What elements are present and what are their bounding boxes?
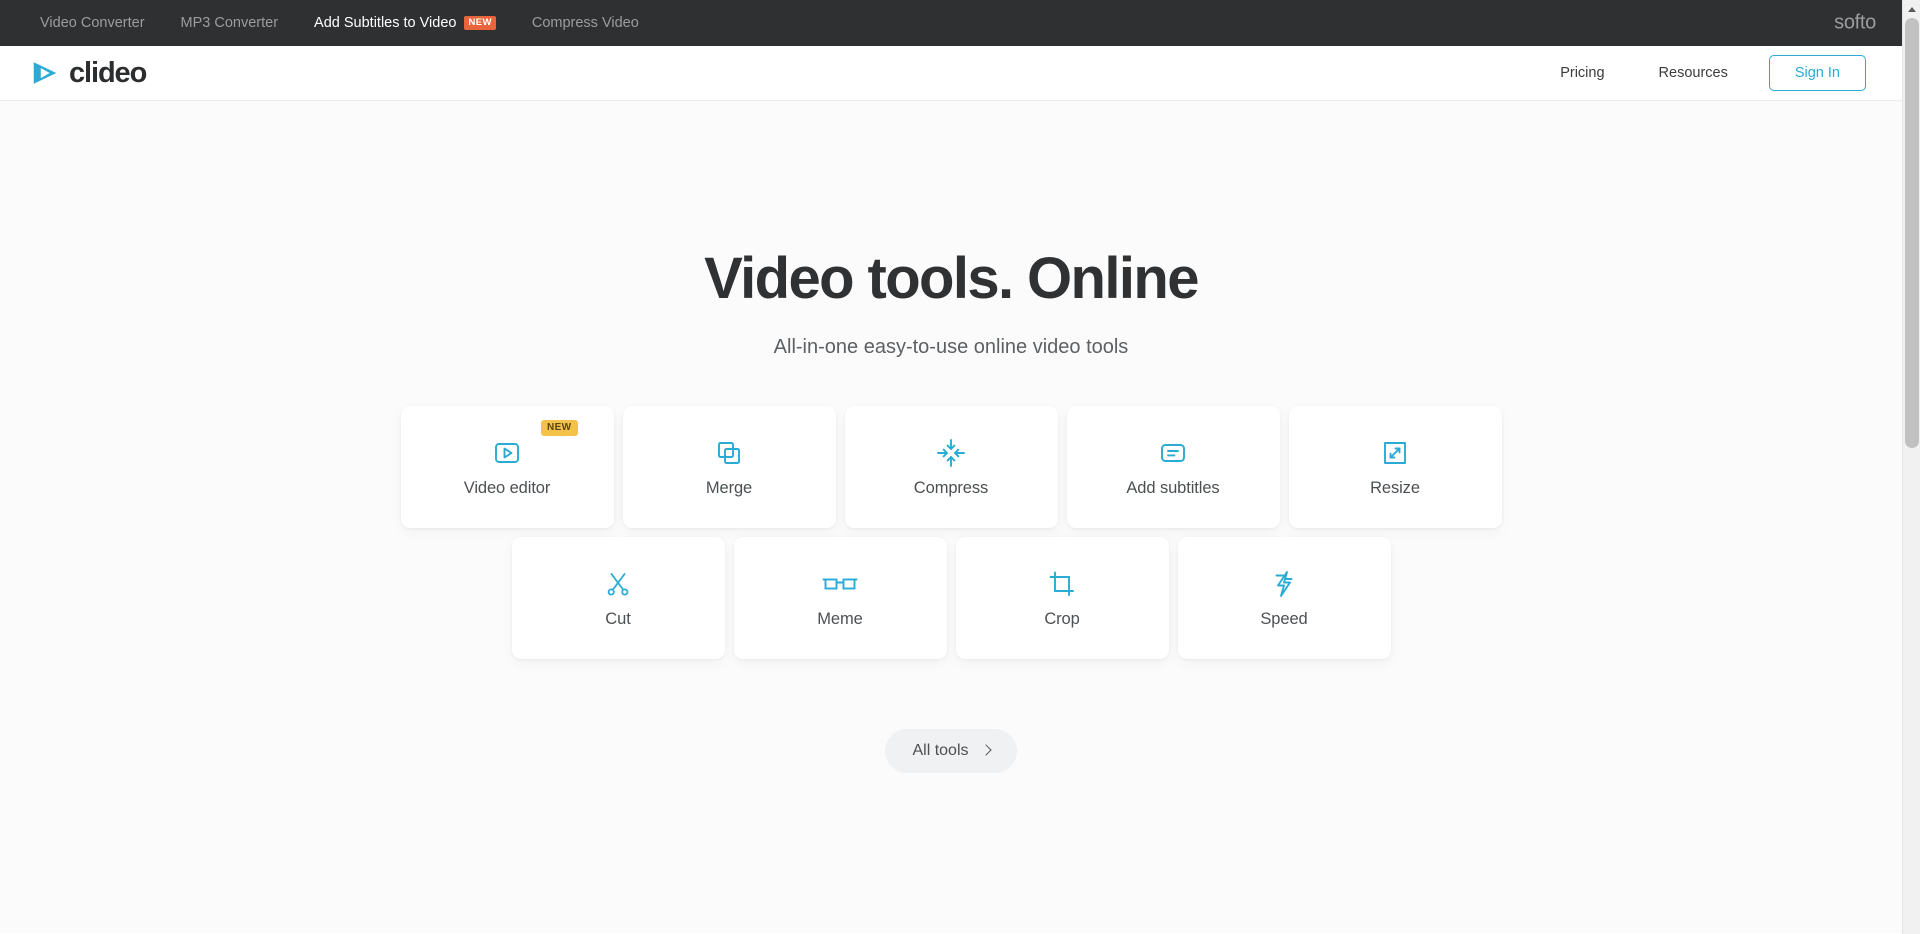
page-body: Video Converter MP3 Converter Add Subtit… <box>0 0 1902 934</box>
all-tools-button[interactable]: All tools <box>885 728 1017 773</box>
softo-logo[interactable]: softo <box>1834 12 1876 35</box>
topbar-link-video-converter[interactable]: Video Converter <box>22 0 163 46</box>
topbar-link-add-subtitles-to-video[interactable]: Add Subtitles to Video NEW <box>296 0 514 46</box>
chevron-right-icon <box>979 744 992 757</box>
tool-label: Compress <box>913 478 989 497</box>
glasses-icon <box>822 567 858 601</box>
lightning-icon <box>1270 567 1298 601</box>
subtitles-icon <box>1158 436 1188 470</box>
all-tools-section: All tools <box>0 728 1902 773</box>
tool-card-video-editor[interactable]: NEW Video editor <box>400 405 614 528</box>
header-link-resources[interactable]: Resources <box>1632 65 1755 81</box>
compress-icon <box>935 436 967 470</box>
tool-card-compress[interactable]: Compress <box>844 405 1058 528</box>
topbar-link-compress-video[interactable]: Compress Video <box>514 0 657 46</box>
tools-grid: NEW Video editor Merge Compress Add subt… <box>0 405 1902 659</box>
main-content: Video tools. Online All-in-one easy-to-u… <box>0 101 1902 933</box>
brand-logo[interactable]: clideo <box>30 56 147 89</box>
page-subtitle: All-in-one easy-to-use online video tool… <box>773 335 1129 358</box>
tool-label: Video editor <box>463 478 551 497</box>
topbar-link-label: MP3 Converter <box>180 15 279 31</box>
header-nav: Pricing Resources Sign In <box>1533 55 1866 91</box>
new-badge: NEW <box>464 15 496 31</box>
tools-row-2: Cut Meme Crop Speed <box>511 536 1391 659</box>
all-tools-label: All tools <box>912 741 969 759</box>
topbar-link-mp3-converter[interactable]: MP3 Converter <box>163 0 297 46</box>
merge-icon <box>714 436 744 470</box>
network-topbar: Video Converter MP3 Converter Add Subtit… <box>0 0 1902 46</box>
topbar-link-label: Add Subtitles to Video <box>314 15 457 31</box>
tool-label: Resize <box>1370 478 1420 497</box>
tool-card-speed[interactable]: Speed <box>1177 536 1391 659</box>
scrollbar-thumb[interactable] <box>1905 18 1919 448</box>
site-header: clideo Pricing Resources Sign In <box>0 46 1902 101</box>
tool-label: Cut <box>605 609 631 628</box>
browser-viewport: Video Converter MP3 Converter Add Subtit… <box>0 0 1920 934</box>
hero-section: Video tools. Online All-in-one easy-to-u… <box>0 101 1902 359</box>
chevron-up-icon <box>1908 6 1916 12</box>
tool-label: Crop <box>1044 609 1080 628</box>
topbar-link-label: Video Converter <box>40 15 145 31</box>
tools-row-1: NEW Video editor Merge Compress Add subt… <box>400 405 1502 528</box>
new-badge: NEW <box>540 419 578 436</box>
video-editor-icon <box>492 436 522 470</box>
crop-icon <box>1047 567 1077 601</box>
tool-card-resize[interactable]: Resize <box>1288 405 1502 528</box>
tool-card-add-subtitles[interactable]: Add subtitles <box>1066 405 1280 528</box>
tool-card-cut[interactable]: Cut <box>511 536 725 659</box>
tool-label: Merge <box>705 478 753 497</box>
scrollbar-up-arrow[interactable] <box>1903 0 1920 18</box>
tool-card-crop[interactable]: Crop <box>955 536 1169 659</box>
play-logo-svg <box>33 62 57 84</box>
tool-card-merge[interactable]: Merge <box>622 405 836 528</box>
play-logo-icon <box>30 58 60 88</box>
tool-card-meme[interactable]: Meme <box>733 536 947 659</box>
sign-in-button[interactable]: Sign In <box>1768 55 1866 91</box>
resize-icon <box>1380 436 1410 470</box>
topbar-nav: Video Converter MP3 Converter Add Subtit… <box>22 0 657 46</box>
tool-label: Speed <box>1260 609 1308 628</box>
brand-name: clideo <box>69 56 147 89</box>
scissors-icon <box>604 567 632 601</box>
topbar-link-label: Compress Video <box>531 15 639 31</box>
page-title: Video tools. Online <box>704 246 1199 311</box>
header-link-pricing[interactable]: Pricing <box>1533 65 1631 81</box>
tool-label: Add subtitles <box>1126 478 1220 497</box>
tool-label: Meme <box>817 609 863 628</box>
page-scrollbar[interactable] <box>1902 0 1920 934</box>
